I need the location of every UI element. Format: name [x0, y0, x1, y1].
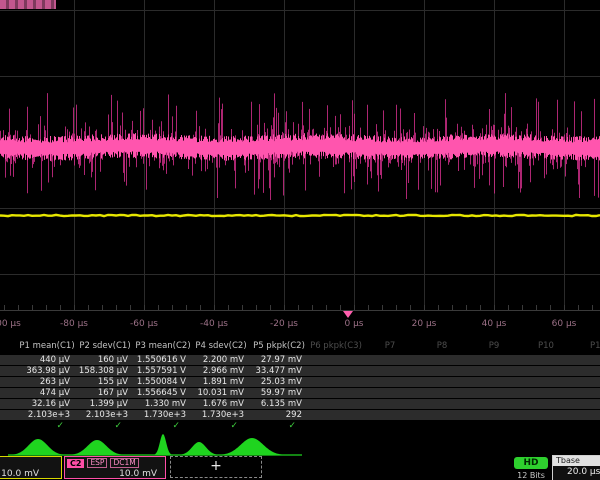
- timebase-panel[interactable]: Tbase 20.0 µs: [552, 455, 600, 480]
- status-check-icon: ✓: [134, 421, 192, 431]
- channel-descriptor-c2[interactable]: C2ESPDC1M10.0 mV: [64, 456, 166, 479]
- status-check-icon: ✓: [18, 421, 76, 431]
- time-axis-label: -20 µs: [270, 319, 298, 329]
- time-axis-label: 40 µs: [482, 319, 507, 329]
- histicon: [216, 438, 288, 455]
- histicon: [67, 440, 127, 455]
- waveform-graticule[interactable]: [0, 0, 600, 312]
- histicon: [153, 434, 173, 455]
- status-check-icon: ✓: [192, 421, 250, 431]
- measure-value-cell: 1.550616 V: [134, 355, 192, 365]
- time-axis: -100 µs -80 µs -60 µs -40 µs -20 µs 0 µs 20 µs…: [0, 312, 600, 338]
- measure-value-cell: 155 µV: [76, 377, 134, 387]
- histicon: [8, 439, 68, 455]
- time-axis-label: -40 µs: [200, 319, 228, 329]
- measure-header-cell[interactable]: P4 sdev(C2): [192, 340, 250, 353]
- status-check-icon: ✓: [250, 421, 308, 431]
- measure-value-cell: 1.730e+3: [134, 410, 192, 420]
- channel-descriptor-c1[interactable]: C1DC1M10.0 mV: [0, 456, 62, 479]
- measure-value-cell: 2.103e+3: [18, 410, 76, 420]
- channel-scale-value: 10.0 mV: [0, 469, 61, 479]
- measure-value-cell: 1.730e+3: [192, 410, 250, 420]
- measure-value-row: 363.98 µV158.308 µV1.557591 V2.966 mV33.…: [0, 366, 600, 376]
- measure-header-cell[interactable]: P1 mean(C1): [18, 340, 76, 353]
- measure-header-cell[interactable]: P5 pkpk(C2): [250, 340, 308, 353]
- bits-label: 12 Bits: [510, 471, 552, 480]
- measure-value-cell: 1.557591 V: [134, 366, 192, 376]
- histicon: [177, 442, 221, 455]
- measure-value-cell: 1.891 mV: [192, 377, 250, 387]
- clipped-pink-label: [0, 0, 56, 9]
- measure-value-cell: 2.200 mV: [192, 355, 250, 365]
- hd-mode-badge[interactable]: HD: [514, 457, 548, 469]
- measure-value-cell: 25.03 mV: [250, 377, 308, 387]
- measure-value-row: 263 µV155 µV1.550084 V1.891 mV25.03 mV: [0, 377, 600, 387]
- measure-header-cell-inactive[interactable]: P10: [520, 340, 572, 353]
- measure-header-cell[interactable]: P2 sdev(C1): [76, 340, 134, 353]
- measure-value-cell: 27.97 mV: [250, 355, 308, 365]
- time-axis-label: -80 µs: [60, 319, 88, 329]
- measure-header-cell-inactive[interactable]: P9: [468, 340, 520, 353]
- timebase-value: 20.0 µs: [553, 466, 600, 479]
- measure-value-cell: 2.966 mV: [192, 366, 250, 376]
- measure-value-cell: 474 µV: [18, 388, 76, 398]
- measure-value-cell: 167 µV: [76, 388, 134, 398]
- measure-value-cell: 10.031 mV: [192, 388, 250, 398]
- measure-value-row: 474 µV167 µV1.556645 V10.031 mV59.97 mV: [0, 388, 600, 398]
- measurement-histicons: [0, 432, 600, 458]
- measure-value-cell: 1.556645 V: [134, 388, 192, 398]
- channel-scale-value: 10.0 mV: [65, 469, 165, 479]
- measure-value-row: 2.103e+32.103e+31.730e+31.730e+3292: [0, 410, 600, 420]
- measure-status-row: ✓✓✓✓✓: [0, 421, 600, 431]
- measure-value-cell: 32.16 µV: [18, 399, 76, 409]
- measure-header-row: P1 mean(C1)P2 sdev(C1)P3 mean(C2)P4 sdev…: [0, 340, 600, 353]
- measure-value-cell: 1.676 mV: [192, 399, 250, 409]
- channel-id-badge: C2: [67, 459, 84, 468]
- measure-value-cell: 6.135 mV: [250, 399, 308, 409]
- measurement-table[interactable]: P1 mean(C1)P2 sdev(C1)P3 mean(C2)P4 sdev…: [0, 340, 600, 432]
- measure-value-cell: 33.477 mV: [250, 366, 308, 376]
- coupling-badge: DC1M: [110, 458, 138, 468]
- measure-value-cell: 1.330 mV: [134, 399, 192, 409]
- measure-value-cell: 292: [250, 410, 308, 420]
- time-axis-label: 20 µs: [412, 319, 437, 329]
- measure-header-cell-inactive[interactable]: P11: [572, 340, 600, 353]
- measure-value-cell: 363.98 µV: [18, 366, 76, 376]
- measure-header-cell-inactive[interactable]: P8: [416, 340, 468, 353]
- measure-value-cell: 160 µV: [76, 355, 134, 365]
- measure-value-row: 440 µV160 µV1.550616 V2.200 mV27.97 mV: [0, 355, 600, 365]
- measure-value-cell: 440 µV: [18, 355, 76, 365]
- measure-header-cell-inactive[interactable]: P6 pkpk(C3): [308, 340, 364, 353]
- oscilloscope-screen: -100 µs -80 µs -60 µs -40 µs -20 µs 0 µs 20 µs…: [0, 0, 600, 480]
- measure-value-cell: 1.399 µV: [76, 399, 134, 409]
- time-axis-label: -60 µs: [130, 319, 158, 329]
- measure-value-cell: 2.103e+3: [76, 410, 134, 420]
- time-axis-label: 60 µs: [552, 319, 577, 329]
- measure-value-row: 32.16 µV1.399 µV1.330 mV1.676 mV6.135 mV: [0, 399, 600, 409]
- measure-value-cell: 263 µV: [18, 377, 76, 387]
- descriptor-bar: C1DC1M10.0 mVC2ESPDC1M10.0 mV + HD 12 Bi…: [0, 456, 600, 480]
- measure-header-cell-inactive[interactable]: P7: [364, 340, 416, 353]
- measure-header-cell[interactable]: P3 mean(C2): [134, 340, 192, 353]
- measure-value-cell: 1.550084 V: [134, 377, 192, 387]
- add-trace-button[interactable]: +: [170, 456, 262, 478]
- coupling-badge: ESP: [87, 458, 107, 468]
- status-check-icon: ✓: [76, 421, 134, 431]
- timebase-title: Tbase: [553, 456, 600, 466]
- measure-value-cell: 59.97 mV: [250, 388, 308, 398]
- time-axis-label: 0 µs: [344, 319, 363, 329]
- measure-value-cell: 158.308 µV: [76, 366, 134, 376]
- c1-trace[interactable]: [0, 215, 600, 216]
- time-axis-label: -100 µs: [0, 319, 21, 329]
